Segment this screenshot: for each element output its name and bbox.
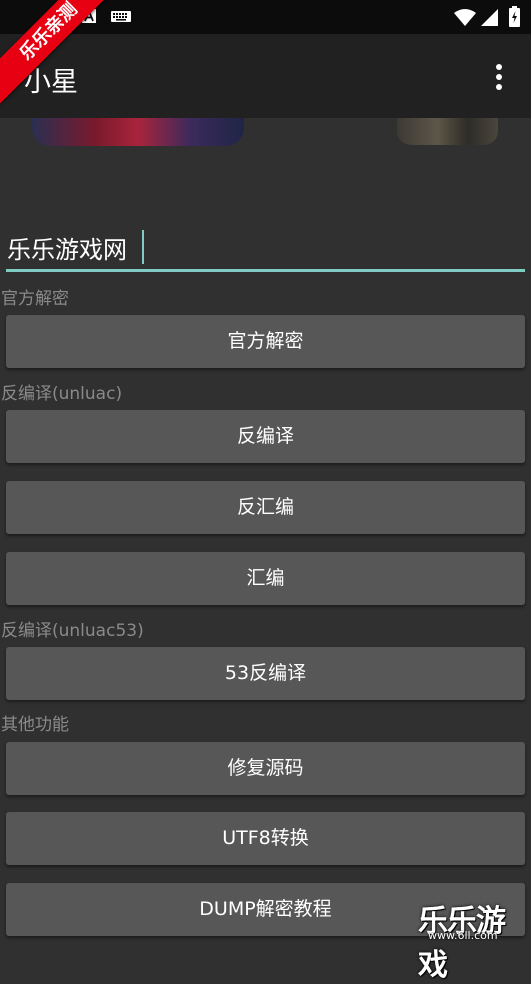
section-label-other-functions: 其他功能	[1, 715, 69, 735]
wifi-icon	[454, 9, 476, 26]
assemble-button[interactable]: 汇编	[6, 552, 525, 605]
text-input[interactable]	[6, 226, 525, 268]
banner-image-left[interactable]	[32, 118, 244, 146]
section-label-unluac53: 反编译(unluac53)	[1, 621, 144, 641]
disassemble-button[interactable]: 反汇编	[6, 481, 525, 534]
watermark-logo: 乐乐游戏 www.6ll.com	[418, 896, 531, 983]
watermark-url: www.6ll.com	[428, 929, 498, 942]
signal-icon	[481, 9, 498, 26]
input-underline	[6, 269, 525, 272]
battery-icon	[509, 6, 520, 27]
text-input-field[interactable]	[6, 226, 525, 272]
decompile-button[interactable]: 反编译	[6, 410, 525, 463]
text-caret	[142, 230, 144, 264]
utf8-convert-button[interactable]: UTF8转换	[6, 812, 525, 865]
keyboard-icon	[111, 11, 131, 22]
section-label-unluac: 反编译(unluac)	[1, 384, 123, 404]
official-decrypt-button[interactable]: 官方解密	[6, 315, 525, 368]
more-vert-icon[interactable]	[488, 62, 510, 92]
decompile-53-button[interactable]: 53反编译	[6, 647, 525, 700]
banner-image-right[interactable]	[397, 118, 498, 145]
app-bar: 小星	[0, 34, 531, 118]
section-label-official-decrypt: 官方解密	[1, 289, 69, 309]
repair-source-button[interactable]: 修复源码	[6, 742, 525, 795]
